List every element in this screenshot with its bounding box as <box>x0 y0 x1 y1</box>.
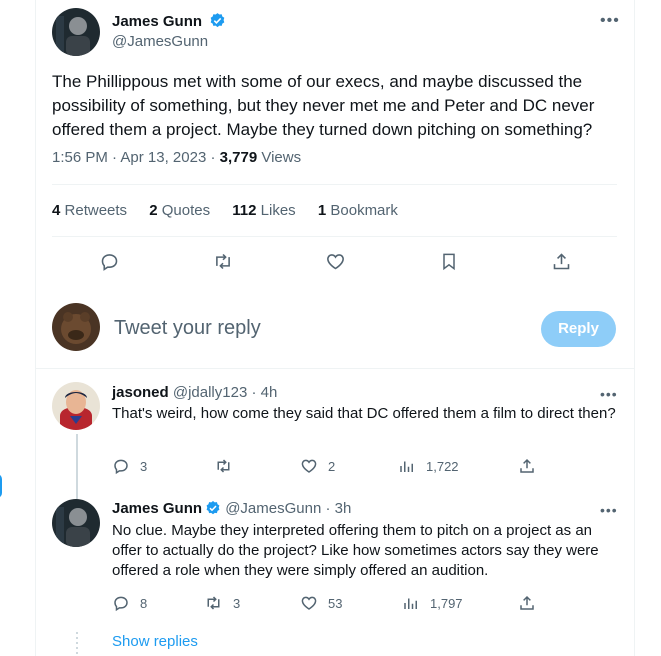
retweets-stat[interactable]: 4 Retweets <box>52 202 127 219</box>
like-count: 2 <box>328 458 336 474</box>
divider <box>36 368 634 369</box>
views-label: Views <box>261 149 302 166</box>
reply-action[interactable]: 3 <box>112 457 147 475</box>
more-options-icon[interactable]: ••• <box>600 503 618 517</box>
divider <box>52 236 617 237</box>
share-action[interactable] <box>518 457 536 475</box>
views-count: 1,797 <box>430 595 463 611</box>
reply-author-name[interactable]: jasoned <box>112 384 169 401</box>
tweet-text: The Phillippous met with some of our exe… <box>52 72 595 139</box>
author-name-row[interactable]: James Gunn <box>112 12 226 34</box>
views-action[interactable]: 1,722 <box>398 457 459 475</box>
retweet-action[interactable]: 3 <box>204 594 240 612</box>
like-icon <box>301 596 317 610</box>
like-icon <box>301 459 317 473</box>
like-action[interactable]: 2 <box>300 457 335 475</box>
reply-count: 3 <box>140 458 148 474</box>
likes-stat[interactable]: 112 Likes <box>232 202 295 219</box>
reply-avatar[interactable] <box>52 499 100 547</box>
views-icon <box>404 598 417 609</box>
thread-continuation <box>76 632 78 656</box>
reply-age[interactable]: 3h <box>335 500 352 517</box>
verified-badge-icon <box>205 500 221 520</box>
author-name[interactable]: James Gunn <box>112 13 202 30</box>
reply-text: That's weird, how come they said that DC… <box>112 405 616 422</box>
retweet-action[interactable] <box>214 457 243 475</box>
tweet-time[interactable]: 1:56 PM <box>52 149 108 166</box>
more-options-icon[interactable]: ••• <box>600 13 620 29</box>
share-icon <box>520 595 534 610</box>
retweet-icon <box>207 596 220 610</box>
retweet-icon <box>217 459 230 473</box>
author-avatar[interactable] <box>52 8 100 56</box>
reply-age[interactable]: 4h <box>261 384 278 401</box>
engagement-stats: 4 Retweets 2 Quotes 112 Likes 1 Bookmark <box>52 202 416 219</box>
reply-action[interactable]: 8 <box>112 594 147 612</box>
verified-badge-icon <box>209 12 226 34</box>
views-action[interactable]: 1,797 <box>402 594 463 612</box>
new-tweets-indicator[interactable] <box>0 474 2 498</box>
tweet-meta: 1:56 PM · Apr 13, 2023 · 3,779 Views <box>52 149 302 166</box>
bookmarks-stat[interactable]: 1 Bookmark <box>318 202 398 219</box>
like-count: 53 <box>328 595 343 611</box>
reply-icon[interactable] <box>99 251 120 277</box>
reply-icon <box>114 596 128 612</box>
show-replies-link[interactable]: Show replies <box>112 633 198 650</box>
timeline-right-border <box>634 0 635 656</box>
reply-author-handle[interactable]: @JamesGunn <box>225 500 321 517</box>
share-icon[interactable] <box>551 251 572 277</box>
reply-header: James Gunn @JamesGunn · 3h <box>112 500 351 520</box>
reply-header: jasoned @jdally123 · 4h <box>112 384 278 401</box>
thread-line <box>76 434 78 499</box>
divider <box>52 184 617 185</box>
views-count: 3,779 <box>219 149 258 166</box>
retweet-count: 3 <box>233 595 241 611</box>
reply-author-name[interactable]: James Gunn <box>112 500 202 517</box>
user-avatar[interactable] <box>52 303 100 351</box>
bookmark-icon[interactable] <box>439 251 459 277</box>
reply-text: No clue. Maybe they interpreted offering… <box>112 522 599 579</box>
tweet-date[interactable]: Apr 13, 2023 <box>120 149 206 166</box>
share-icon <box>520 458 534 473</box>
views-icon <box>400 461 413 472</box>
reply-button[interactable]: Reply <box>541 311 616 347</box>
share-action[interactable] <box>518 594 536 612</box>
like-action[interactable]: 53 <box>300 594 342 612</box>
reply-avatar[interactable] <box>52 382 100 430</box>
more-options-icon[interactable]: ••• <box>600 387 618 401</box>
retweet-icon[interactable] <box>212 251 234 277</box>
reply-icon <box>114 459 128 475</box>
quotes-stat[interactable]: 2 Quotes <box>149 202 210 219</box>
reply-count: 8 <box>140 595 148 611</box>
timeline-left-border <box>35 0 36 656</box>
reply-input[interactable]: Tweet your reply <box>114 317 261 340</box>
views-count: 1,722 <box>426 458 459 474</box>
like-icon[interactable] <box>325 251 346 277</box>
author-handle[interactable]: @JamesGunn <box>112 33 208 50</box>
reply-author-handle[interactable]: @jdally123 <box>173 384 247 401</box>
